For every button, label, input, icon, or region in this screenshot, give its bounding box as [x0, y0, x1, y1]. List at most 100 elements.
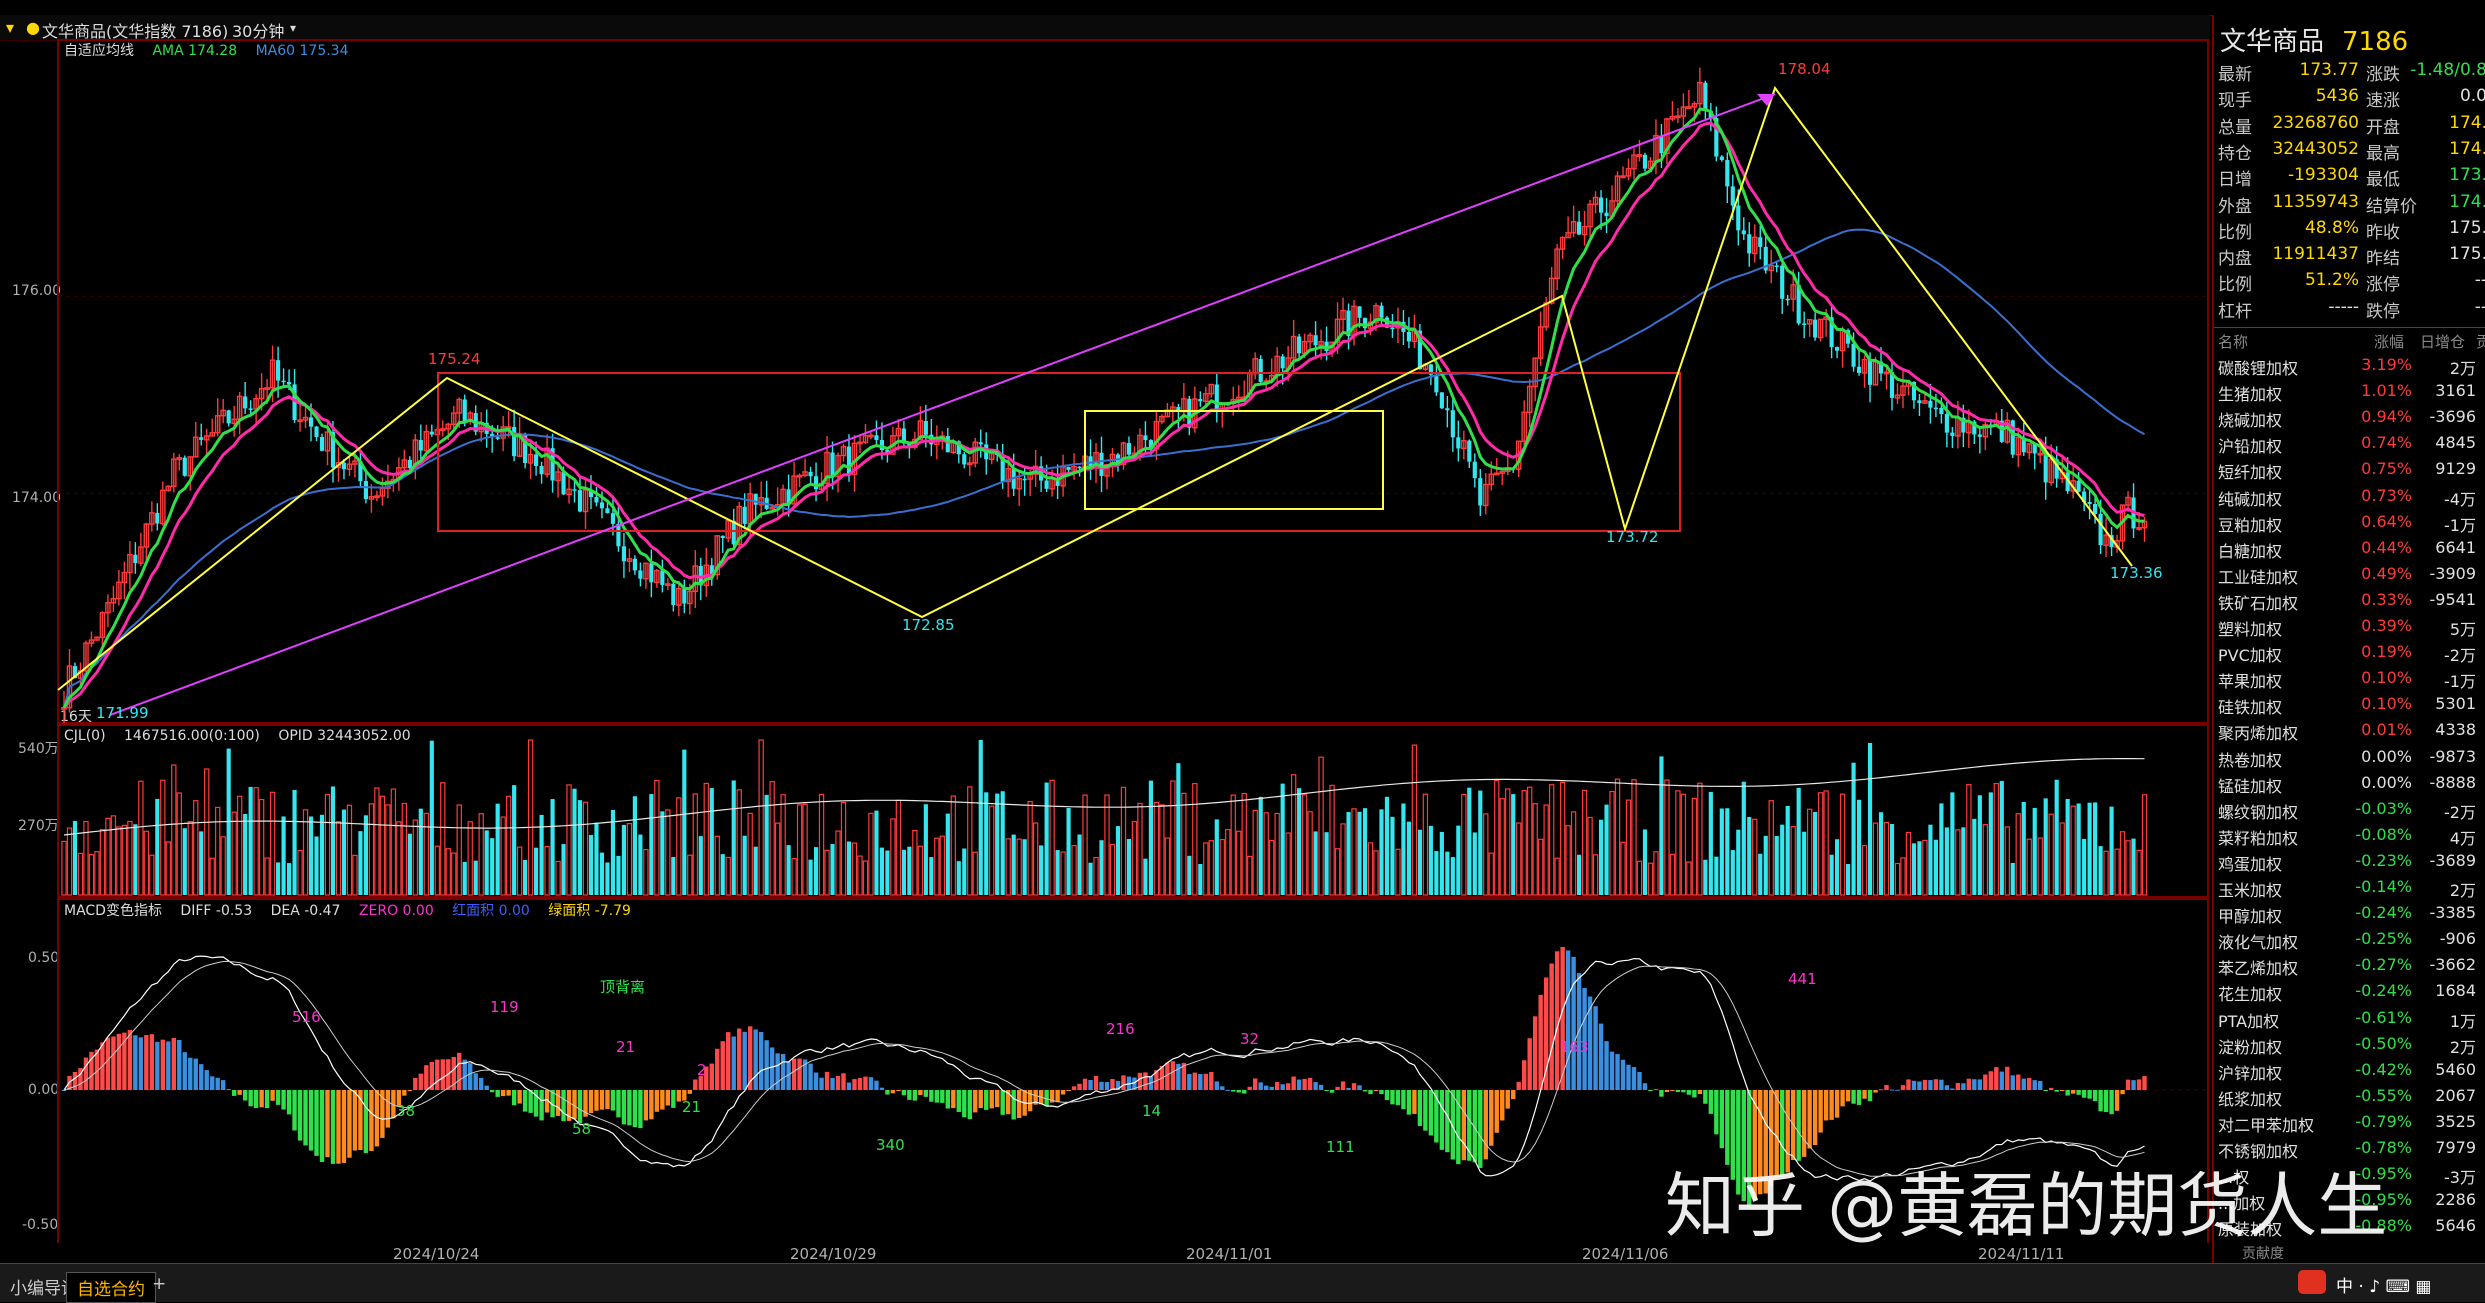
watchlist-row[interactable]: 锰硅加权 0.00% -8888: [2214, 773, 2485, 799]
contract-name: 聚丙烯加权: [2218, 724, 2299, 744]
candle-body-down: [874, 435, 879, 440]
volume-bar-down: [1703, 859, 1708, 895]
watchlist-row[interactable]: 沪铅加权 0.74% 4845: [2214, 433, 2485, 459]
watchlist-row[interactable]: 花生加权 -0.24% 1684: [2214, 981, 2485, 1007]
macd-bar: [2142, 1076, 2147, 1090]
volume-bar-up: [1351, 808, 1357, 896]
macd-bar: [155, 1041, 160, 1090]
col-change[interactable]: 涨幅: [2374, 331, 2404, 352]
contract-oi-change: -3689: [2429, 850, 2477, 870]
watchlist-row[interactable]: 豆粕加权 0.64% -1万: [2214, 512, 2485, 538]
volume-bar-up: [1499, 798, 1505, 896]
macd-bar: [1856, 1090, 1862, 1105]
quote-value: 23268760: [2272, 112, 2359, 133]
watchlist-row[interactable]: 热卷加权 0.00% -9873: [2214, 747, 2485, 773]
macd-bar: [237, 1090, 242, 1095]
ime-logo-icon[interactable]: [2298, 1270, 2326, 1294]
candle-body-down: [319, 437, 325, 451]
volume-bar-up: [456, 804, 462, 896]
macd-bar: [2054, 1090, 2059, 1092]
watchlist-row[interactable]: PTA加权 -0.61% 1万: [2214, 1008, 2485, 1034]
volume-bar-up: [1219, 838, 1225, 896]
watchlist-row[interactable]: 聚丙烯加权 0.01% 4338: [2214, 720, 2485, 746]
dropdown-icon[interactable]: ▾: [6, 18, 14, 37]
watchlist-row[interactable]: 苹果加权 0.10% -1万: [2214, 668, 2485, 694]
watchlist-row[interactable]: 生猪加权 1.01% 3161: [2214, 381, 2485, 407]
volume-bar-down: [462, 861, 467, 895]
volume-bar-down: [1362, 808, 1368, 895]
volume-bar-down: [407, 833, 412, 895]
macd-bar: [248, 1090, 253, 1107]
volume-bar-up: [1049, 779, 1055, 896]
volume-bar-up: [1521, 790, 1527, 896]
watchlist-row[interactable]: 白糖加权 0.44% 6641: [2214, 538, 2485, 564]
watchlist-row[interactable]: 烧碱加权 0.94% -3696: [2214, 407, 2485, 433]
watchlist-row[interactable]: 碳酸锂加权 3.19% 2万: [2214, 355, 2485, 381]
macd-bar: [1494, 1090, 1499, 1133]
contract-change: 0.75%: [2361, 459, 2412, 479]
watchlist-row[interactable]: 淀粉加权 -0.50% 2万: [2214, 1034, 2485, 1060]
macd-bar: [1719, 1090, 1725, 1149]
volume-bar-down: [610, 810, 616, 895]
macd-bar: [929, 1090, 934, 1102]
macd-bar: [1527, 1038, 1532, 1090]
volume-bar-down: [1434, 851, 1439, 895]
watchlist-row[interactable]: 短纤加权 0.75% 9129: [2214, 459, 2485, 485]
volume-bar-up: [862, 860, 869, 896]
volume-bar-up: [396, 821, 402, 896]
volume-bar-up: [1225, 828, 1231, 896]
volume-bar-down: [1889, 823, 1895, 895]
quote-row: 持仓 32443052 最高 174.: [2214, 139, 2485, 165]
contract-oi-change: 2万: [2449, 1037, 2476, 1057]
macd-bar: [1104, 1082, 1110, 1090]
volume-bar-up: [138, 780, 144, 896]
kline-chart[interactable]: 171.99 175.24 172.85 178.04 173.72 173.36 516 1…: [0, 38, 2210, 1243]
candle-body-down: [534, 454, 539, 466]
volume-bar-down: [72, 820, 78, 895]
watchlist-row[interactable]: 对二甲苯加权 -0.79% 3525: [2214, 1112, 2485, 1138]
volume-bar-up: [895, 799, 902, 896]
watchlist-row[interactable]: 甲醇加权 -0.24% -3385: [2214, 903, 2485, 929]
macd-bar: [2070, 1090, 2076, 1094]
watchlist-row[interactable]: 玉米加权 -0.14% 2万: [2214, 877, 2485, 903]
watchlist-row[interactable]: 硅铁加权 0.10% 5301: [2214, 694, 2485, 720]
watchlist-row[interactable]: 工业硅加权 0.49% -3909: [2214, 564, 2485, 590]
watchlist-row[interactable]: 液化气加权 -0.25% -906: [2214, 929, 2485, 955]
watchlist-row[interactable]: 铁矿石加权 0.33% -9541: [2214, 590, 2485, 616]
watchlist-row[interactable]: 菜籽粕加权 -0.08% 4万: [2214, 825, 2485, 851]
col-name[interactable]: 名称: [2218, 331, 2248, 352]
chevron-down-icon[interactable]: ▾: [290, 21, 296, 35]
volume-bar-up: [1587, 816, 1593, 896]
macd-bar: [182, 1052, 187, 1090]
contract-oi-change: 3161: [2435, 381, 2476, 401]
volume-bar-up: [1559, 781, 1566, 896]
watchlist-row[interactable]: 螺纹钢加权 -0.03% -2万: [2214, 799, 2485, 825]
ime-toolbar-icon[interactable]: 中 · ♪ ⌨ ▦: [2336, 1272, 2431, 1297]
volume-bar-up: [1131, 821, 1138, 896]
watchlist-row[interactable]: 鸡蛋加权 -0.23% -3689: [2214, 851, 2485, 877]
contract-name: PVC加权: [2218, 646, 2282, 666]
add-tab-button[interactable]: +: [142, 1272, 176, 1296]
macd-bar: [325, 1090, 330, 1158]
macd-bar: [2109, 1090, 2114, 1115]
volume-bar-up: [1532, 803, 1538, 896]
col-contrib[interactable]: 贡: [2476, 331, 2485, 352]
macd-bar: [879, 1087, 885, 1090]
watchlist-row[interactable]: 纯碱加权 0.73% -4万: [2214, 486, 2485, 512]
candle-body-down: [616, 523, 621, 547]
contract-change: -0.24%: [2355, 903, 2412, 923]
volume-bar-up: [1861, 844, 1868, 896]
candle-body-down: [1851, 343, 1856, 367]
watchlist-row[interactable]: PVC加权 0.19% -2万: [2214, 642, 2485, 668]
volume-bar-up: [780, 794, 786, 896]
watchlist-row[interactable]: 苯乙烯加权 -0.27% -3662: [2214, 955, 2485, 981]
watchlist-row[interactable]: 塑料加权 0.39% 5万: [2214, 616, 2485, 642]
macd-bar: [1198, 1073, 1203, 1090]
volume-bar-up: [440, 782, 446, 896]
macd-bar: [835, 1075, 841, 1090]
watchlist-row[interactable]: 沪锌加权 -0.42% 5460: [2214, 1060, 2485, 1086]
macd-bar: [1714, 1090, 1719, 1135]
watchlist-row[interactable]: 纸浆加权 -0.55% 2067: [2214, 1086, 2485, 1112]
quote-value: 11911437: [2272, 244, 2359, 265]
col-oi-change[interactable]: 日增仓: [2420, 331, 2465, 352]
